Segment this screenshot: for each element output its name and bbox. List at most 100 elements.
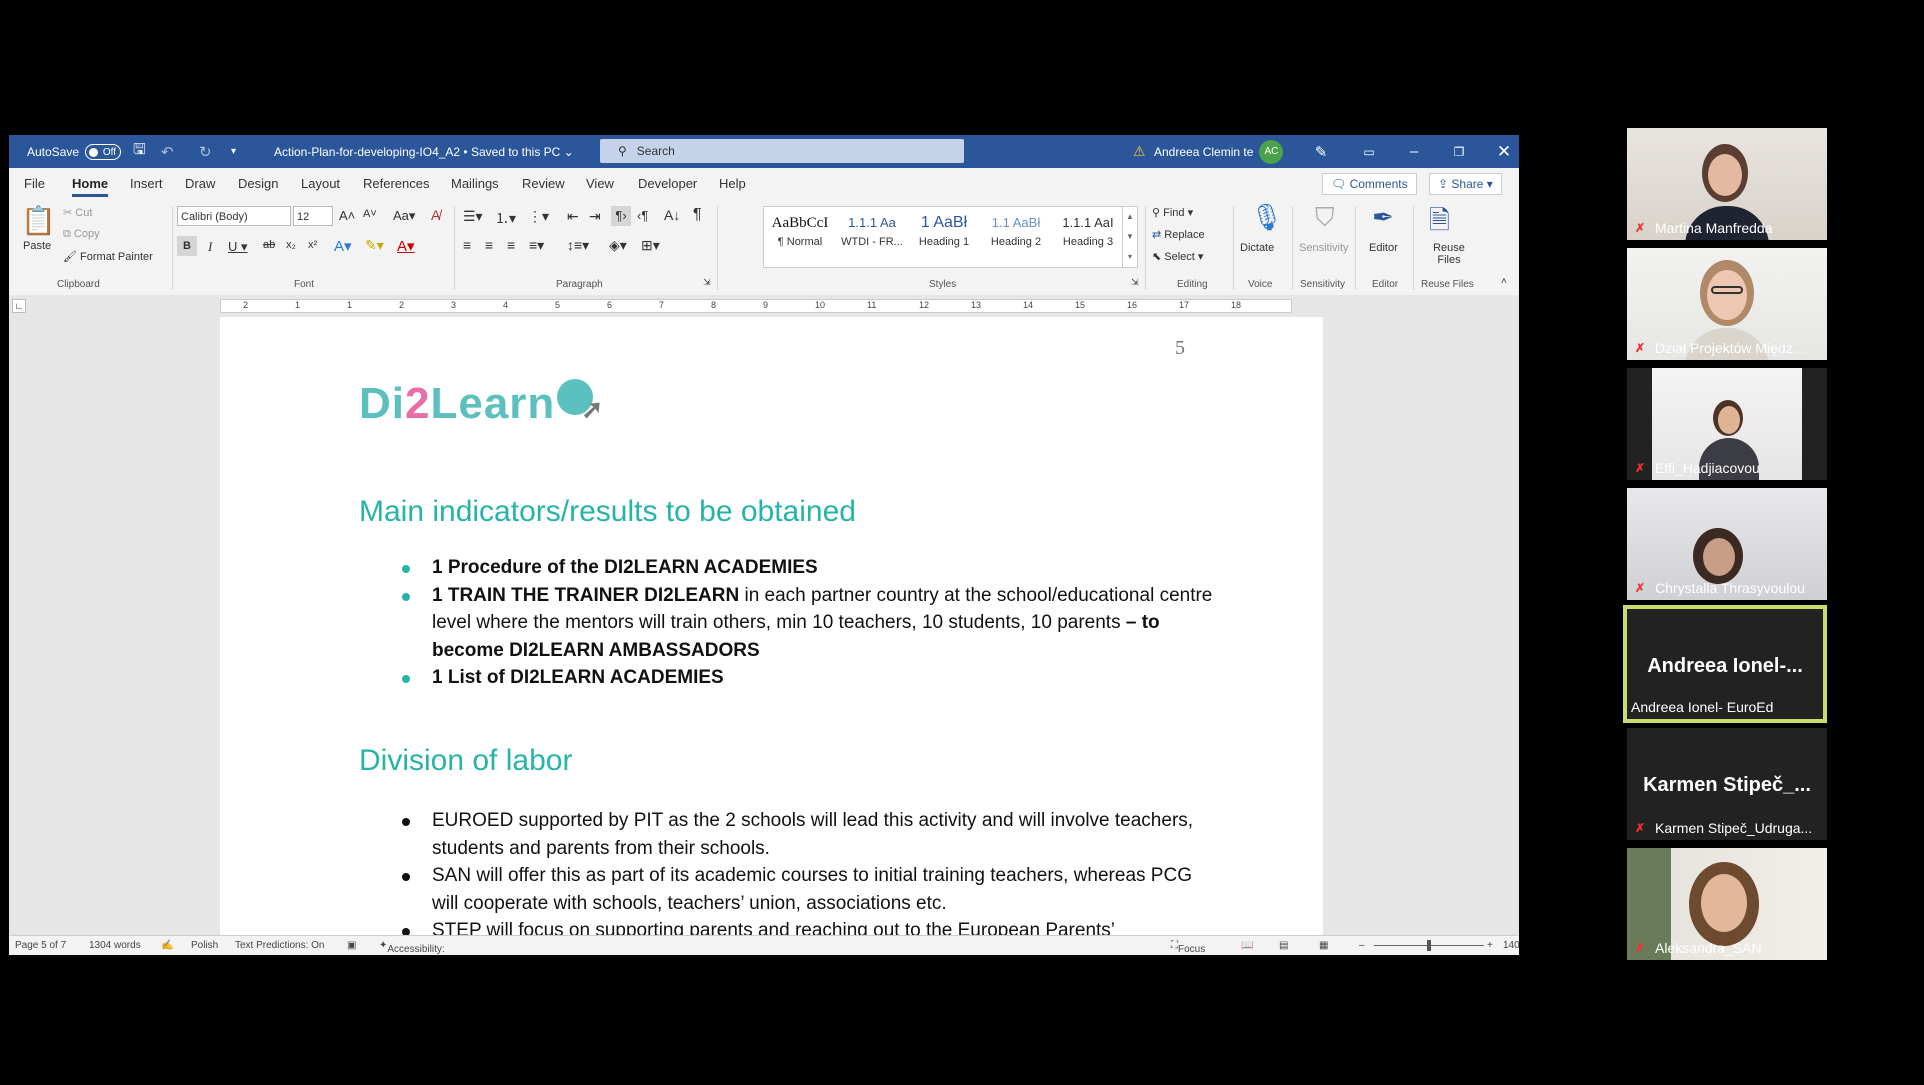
tab-references[interactable]: References [363,176,429,191]
tab-home[interactable]: Home [72,176,109,197]
accessibility-status[interactable]: ✦ Accessibility: Investigate [379,940,445,955]
clear-formatting-icon[interactable]: A̸ [431,207,440,223]
show-marks-icon[interactable]: ¶ [693,206,702,224]
undo-icon[interactable]: ↶ [161,135,174,168]
participant-tile[interactable]: Karmen Stipeč_... ✗ Karmen Stipeč_Udruga… [1627,728,1827,840]
style-wtdi[interactable]: 1.1.1 Aa WTDI - FR... [836,210,908,248]
tab-insert[interactable]: Insert [130,176,163,191]
shrink-font-icon[interactable]: A˅ [363,208,377,220]
customize-qat-icon[interactable]: ▾ [231,135,236,168]
autosave[interactable]: AutoSave Off [27,135,122,168]
zoom-in-icon[interactable]: + [1487,940,1493,951]
search-box[interactable]: ⚲ Search [600,139,964,163]
close-icon[interactable]: ✕ [1482,135,1519,168]
style-heading-1[interactable]: 1 AaBł Heading 1 [908,210,980,248]
highlight-icon[interactable]: ✎▾ [365,237,384,254]
bold-icon[interactable]: B [177,236,197,256]
font-family-select[interactable]: Calibri (Body) [177,206,291,226]
editor-icon[interactable]: ✒ [1372,202,1394,233]
style-heading-2[interactable]: 1.1 AaBł Heading 2 [980,210,1052,248]
participant-tile[interactable]: ✗ Martina Manfredda [1627,128,1827,240]
minimize-icon[interactable]: – [1392,135,1436,168]
cut-button[interactable]: ✂ Cut [63,206,92,219]
warning-icon[interactable]: ⚠ [1133,135,1146,168]
document-page[interactable]: 5 Di2Learn ➚ Main indicators/results to b… [220,317,1323,955]
pen-icon[interactable]: ✎ [1299,135,1343,168]
horizontal-ruler[interactable]: 2 1 1 2 3 4 5 6 7 8 9 10 11 12 13 14 15 16 17 18 [220,299,1292,313]
tab-file[interactable]: File [24,176,45,191]
restore-icon[interactable]: ❐ [1437,135,1481,168]
italic-icon[interactable]: I [208,239,212,255]
zoom-out-icon[interactable]: – [1359,940,1365,951]
focus-button[interactable]: ⛶ Focus [1171,940,1205,955]
line-spacing-icon[interactable]: ↕≡▾ [567,237,589,254]
language[interactable]: Polish [191,940,218,951]
numbering-icon[interactable]: ⒈▾ [495,208,516,228]
text-predictions[interactable]: Text Predictions: On [235,940,324,951]
participant-tile-active-speaker[interactable]: Andreea Ionel-... Andreea Ionel- EuroEd [1623,605,1827,723]
participant-tile[interactable]: ✗ Dział Projektów Międz... [1627,248,1827,360]
redo-icon[interactable]: ↻ [199,135,212,168]
participant-tile[interactable]: ✗ Effi_Hadjiacovou [1627,368,1827,480]
paragraph-launcher-icon[interactable]: ⇲ [703,277,711,288]
font-size-select[interactable]: 12 [293,206,333,226]
style-heading-3[interactable]: 1.1.1 AaI Heading 3 [1052,210,1124,248]
macro-icon[interactable]: ▣ [347,940,356,951]
multilevel-list-icon[interactable]: ⋮▾ [528,208,549,225]
microphone-icon[interactable]: 🎙 [1250,202,1283,233]
rtl-icon[interactable]: ‹¶ [637,208,648,223]
styles-scroll[interactable]: ▲ ▼ ▾ [1122,207,1137,267]
tab-mailings[interactable]: Mailings [451,176,499,191]
read-mode-icon[interactable]: 📖 [1241,940,1253,951]
editor-button[interactable]: Editor [1369,242,1398,254]
justify-icon[interactable]: ≡▾ [529,237,544,254]
find-button[interactable]: ⚲ Find ▾ [1152,206,1193,219]
comments-button[interactable]: 🗨 Comments [1322,173,1417,195]
underline-icon[interactable]: U ▾ [228,239,248,255]
proofing-icon[interactable]: ✍ [161,940,173,951]
dictate-button[interactable]: Dictate [1240,242,1274,254]
styles-launcher-icon[interactable]: ⇲ [1131,277,1139,288]
grow-font-icon[interactable]: A˄ [339,208,355,223]
strikethrough-icon[interactable]: ab [263,239,275,251]
share-button[interactable]: ⇪ Share ▾ [1429,173,1502,195]
bullets-icon[interactable]: ☰▾ [463,208,483,225]
web-layout-icon[interactable]: ▦ [1319,940,1328,951]
align-center-icon[interactable]: ≡ [485,237,493,253]
text-effects-icon[interactable]: A▾ [334,237,352,255]
align-left-icon[interactable]: ≡ [463,237,471,253]
document-title[interactable]: Action-Plan-for-developing-IO4_A2 • Save… [274,135,574,168]
borders-icon[interactable]: ⊞▾ [641,237,660,254]
reuse-files-button[interactable]: Reuse Files [1429,242,1469,266]
shading-icon[interactable]: ◈▾ [609,237,627,254]
collapse-ribbon-icon[interactable]: ˄ [1501,276,1507,287]
sensitivity-icon[interactable]: ⛉ [1315,202,1335,234]
copy-button[interactable]: ⧉ Copy [63,228,100,241]
sort-icon[interactable]: A↓ [664,207,680,223]
change-case-icon[interactable]: Aa▾ [393,208,415,224]
decrease-indent-icon[interactable]: ⇤ [567,208,579,225]
style-normal[interactable]: AaBbCcI ¶ Normal [764,210,836,248]
paste-icon[interactable]: 📋 [21,204,56,237]
ltr-icon[interactable]: ¶› [611,206,631,226]
tab-draw[interactable]: Draw [185,176,215,191]
account[interactable]: Andreea Clemin te AC [1154,135,1284,168]
font-color-icon[interactable]: A▾ [397,237,415,255]
print-layout-icon[interactable]: ▤ [1279,940,1288,951]
superscript-icon[interactable]: x² [308,239,317,251]
increase-indent-icon[interactable]: ⇥ [589,208,601,225]
tab-view[interactable]: View [586,176,614,191]
tab-review[interactable]: Review [522,176,565,191]
tab-design[interactable]: Design [238,176,278,191]
format-painter-button[interactable]: 🖌 Format Painter [63,250,153,263]
reuse-files-icon[interactable]: 🗎 [1429,202,1450,246]
participant-tile[interactable]: ✗ Aleksandra_SAN [1627,848,1827,960]
tab-selector-icon[interactable]: ∟ [12,299,26,313]
replace-button[interactable]: ⇄ Replace [1152,228,1205,241]
participant-tile[interactable]: ✗ Chrystalla Thrasyvoulou [1627,488,1827,600]
subscript-icon[interactable]: x₂ [286,239,296,251]
zoom-slider-thumb[interactable] [1427,940,1431,951]
sensitivity-button[interactable]: Sensitivity [1299,242,1349,254]
select-button[interactable]: ⬉ Select ▾ [1152,250,1203,263]
autosave-toggle[interactable]: Off [85,143,122,160]
